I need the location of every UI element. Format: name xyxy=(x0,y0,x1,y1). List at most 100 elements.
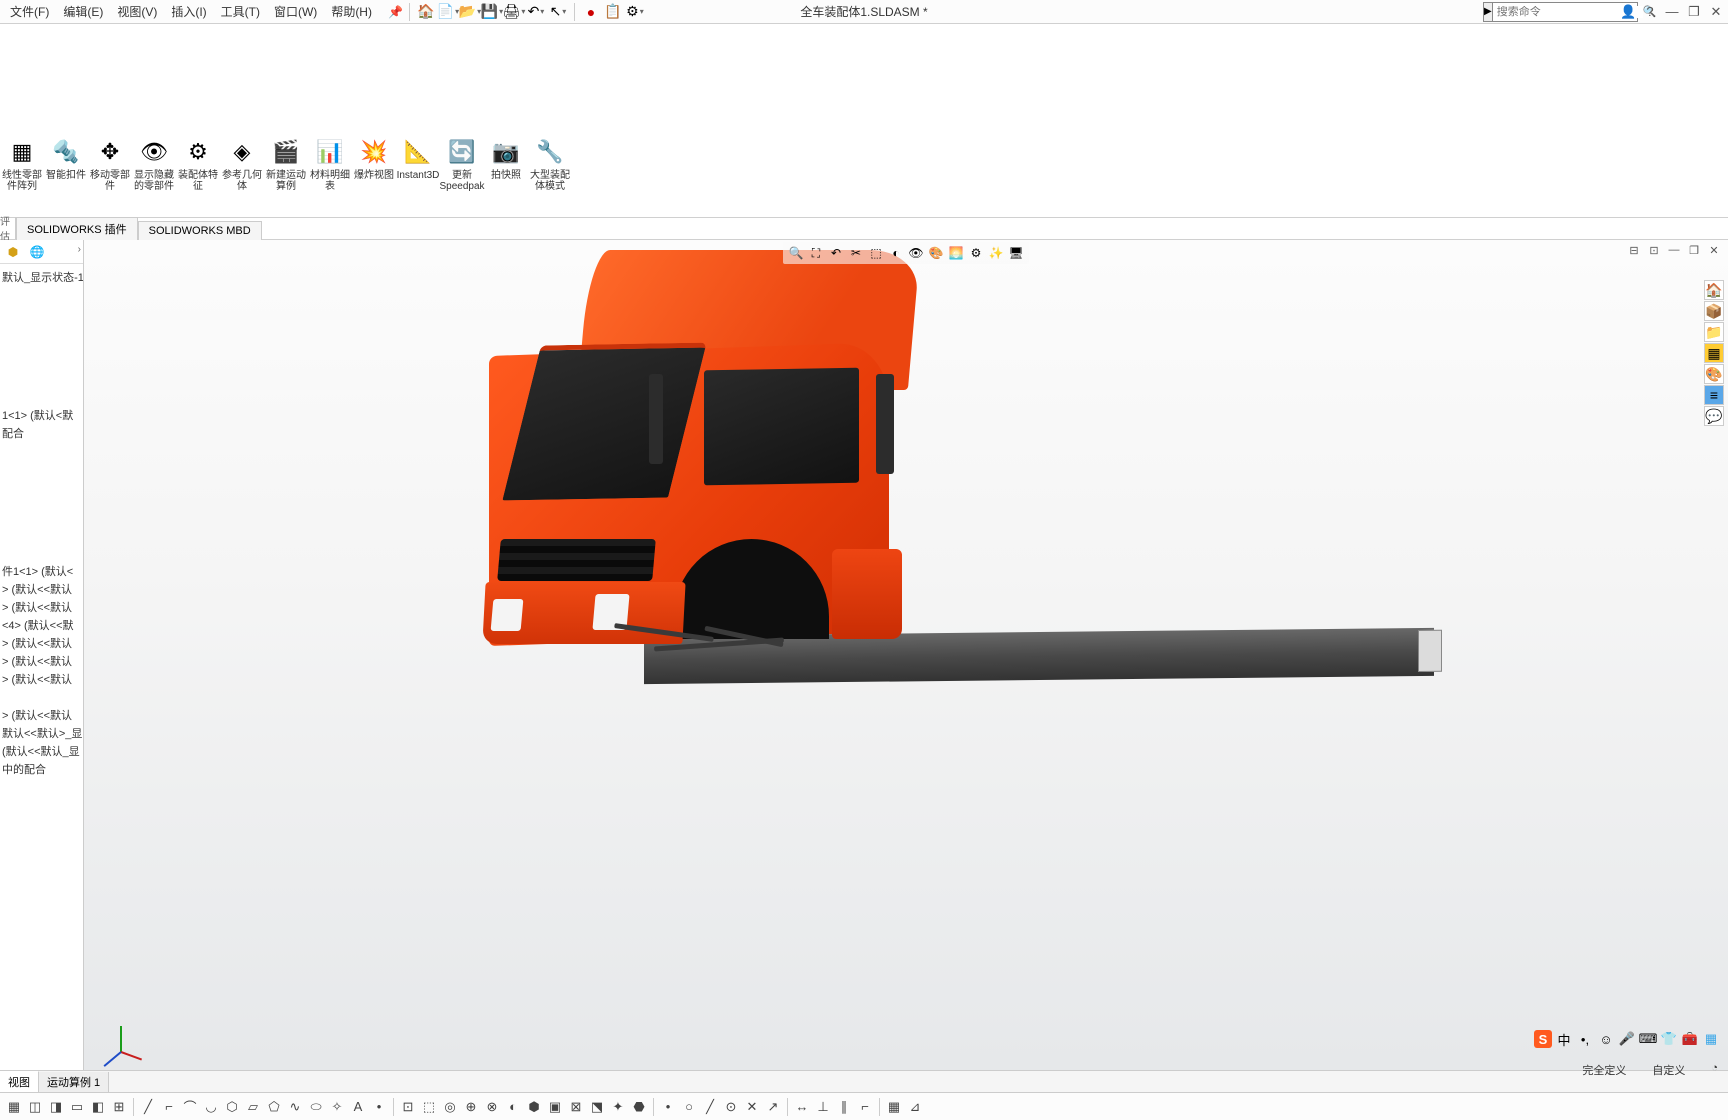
line-icon[interactable]: ╱ xyxy=(138,1097,158,1117)
tree-item[interactable]: 件1<1> (默认< xyxy=(2,562,81,580)
prev-view-icon[interactable]: ↶ xyxy=(827,244,845,262)
sk-icon[interactable]: ⊗ xyxy=(482,1097,502,1117)
move-component-button[interactable]: ✥移动零部件 xyxy=(88,134,132,194)
tree-item[interactable]: > (默认<<默认 xyxy=(2,634,81,652)
sk-icon[interactable]: ◧ xyxy=(88,1097,108,1117)
sk-icon[interactable]: ▣ xyxy=(545,1097,565,1117)
text-icon[interactable]: A xyxy=(348,1097,368,1117)
help-icon[interactable]: ? xyxy=(1642,4,1658,19)
scene-icon[interactable]: 🌅 xyxy=(947,244,965,262)
sk-icon[interactable]: ⊡ xyxy=(398,1097,418,1117)
vp-max-icon[interactable]: ❐ xyxy=(1686,244,1702,260)
sk-icon[interactable]: ⊿ xyxy=(905,1097,925,1117)
corner-icon[interactable]: ⌐ xyxy=(159,1097,179,1117)
save-icon[interactable]: 💾 xyxy=(482,2,502,22)
menu-view[interactable]: 视图(V) xyxy=(111,1,163,22)
sk-icon[interactable]: ⬚ xyxy=(419,1097,439,1117)
vp-expand-icon[interactable]: ⊡ xyxy=(1646,244,1662,260)
grid-icon[interactable]: ▦ xyxy=(884,1097,904,1117)
menu-file[interactable]: 文件(F) xyxy=(4,1,55,22)
rebuild-icon[interactable]: ● xyxy=(581,2,601,22)
appearances-icon[interactable]: 🎨 xyxy=(1704,364,1724,384)
dim-icon[interactable]: ↔ xyxy=(792,1097,812,1117)
bom-button[interactable]: 📊材料明细表 xyxy=(308,134,352,194)
tab-evaluate[interactable]: 评估 xyxy=(0,217,16,239)
sk-icon[interactable]: ⊥ xyxy=(813,1097,833,1117)
chevron-right-icon[interactable]: › xyxy=(78,244,81,255)
tree-item[interactable]: > (默认<<默认 xyxy=(2,652,81,670)
sk-icon[interactable]: ◎ xyxy=(440,1097,460,1117)
sk-icon[interactable]: • xyxy=(658,1097,678,1117)
pin-icon[interactable]: 📌 xyxy=(388,5,403,19)
motion-study-button[interactable]: 🎬新建运动算例 xyxy=(264,134,308,194)
linear-pattern-button[interactable]: ▦线性零部件阵列 xyxy=(0,134,44,194)
config-tab-icon[interactable]: 🌐 xyxy=(28,243,46,261)
smart-fastener-button[interactable]: 🔩智能扣件 xyxy=(44,134,88,183)
sk-icon[interactable]: ◫ xyxy=(25,1097,45,1117)
maximize-icon[interactable]: ❐ xyxy=(1686,4,1702,20)
vp-min-icon[interactable]: — xyxy=(1666,244,1682,260)
snapshot-button[interactable]: 📷拍快照 xyxy=(484,134,528,183)
search-box[interactable]: ▶ 🔍 xyxy=(1483,2,1638,22)
tree-item[interactable]: <4> (默认<<默 xyxy=(2,616,81,634)
sk-icon[interactable]: ✕ xyxy=(742,1097,762,1117)
tree-item[interactable]: 配合 xyxy=(2,424,81,442)
sk-icon[interactable]: ⬭ xyxy=(306,1097,326,1117)
sk-icon[interactable]: ◐ xyxy=(503,1097,523,1117)
instant3d-button[interactable]: 📐Instant3D xyxy=(396,134,440,183)
new-icon[interactable]: 📄 xyxy=(438,2,458,22)
sk-icon[interactable]: ⊕ xyxy=(461,1097,481,1117)
sk-icon[interactable]: ⬣ xyxy=(629,1097,649,1117)
resources-icon[interactable]: 📦 xyxy=(1704,301,1724,321)
section-icon[interactable]: ✂ xyxy=(847,244,865,262)
sk-icon[interactable]: ⊠ xyxy=(566,1097,586,1117)
tree-item[interactable]: 默认<<默认>_显 xyxy=(2,724,81,742)
large-assembly-button[interactable]: 🔧大型装配体模式 xyxy=(528,134,572,194)
point-icon[interactable]: • xyxy=(369,1097,389,1117)
tree-state[interactable]: 默认_显示状态-1 xyxy=(2,268,81,286)
settings-icon[interactable]: ⚙ xyxy=(625,2,645,22)
tree-item[interactable]: (默认<<默认_显 xyxy=(2,742,81,760)
print-icon[interactable]: 🖨 xyxy=(504,2,524,22)
vp-collapse-icon[interactable]: ⊟ xyxy=(1626,244,1642,260)
ime-keyboard-icon[interactable]: ⌨ xyxy=(1639,1030,1657,1048)
circle-icon[interactable]: ○ xyxy=(679,1097,699,1117)
forum-icon[interactable]: 💬 xyxy=(1704,406,1724,426)
screen-icon[interactable]: 🖥 xyxy=(1007,244,1025,262)
sk-icon[interactable]: ▱ xyxy=(243,1097,263,1117)
tree-item[interactable]: 中的配合 xyxy=(2,760,81,778)
properties-icon[interactable]: ≡ xyxy=(1704,385,1724,405)
sk-icon[interactable]: ⊙ xyxy=(721,1097,741,1117)
ime-icon[interactable]: 👕 xyxy=(1660,1030,1678,1048)
tree-item[interactable]: > (默认<<默认 xyxy=(2,706,81,724)
view-orient-icon[interactable]: ⬚ xyxy=(867,244,885,262)
zoom-area-icon[interactable]: ⛶ xyxy=(807,244,825,262)
model-view-tab[interactable]: 视图 xyxy=(0,1071,39,1092)
sk-icon[interactable]: ⌐ xyxy=(855,1097,875,1117)
close-icon[interactable]: ✕ xyxy=(1708,4,1724,20)
motion-study-tab[interactable]: 运动算例 1 xyxy=(39,1072,109,1092)
tree-body[interactable]: 默认_显示状态-1 1<1> (默认<默 配合 件1<1> (默认< > (默认… xyxy=(0,264,83,782)
assembly-tab-icon[interactable]: ⬢ xyxy=(4,243,22,261)
ime-menu-icon[interactable]: ▦ xyxy=(1702,1030,1720,1048)
sk-icon[interactable]: ↗ xyxy=(763,1097,783,1117)
minimize-icon[interactable]: — xyxy=(1664,4,1680,19)
menu-window[interactable]: 窗口(W) xyxy=(268,1,323,22)
arc-icon[interactable]: ⌒ xyxy=(180,1097,200,1117)
user-icon[interactable]: 👤 xyxy=(1620,4,1636,20)
sk-icon[interactable]: ◡ xyxy=(201,1097,221,1117)
options-icon[interactable]: 📋 xyxy=(603,2,623,22)
menu-help[interactable]: 帮助(H) xyxy=(325,1,378,22)
orientation-triad[interactable] xyxy=(102,1016,146,1060)
explode-view-button[interactable]: 💥爆炸视图 xyxy=(352,134,396,183)
view-settings-icon[interactable]: ⚙ xyxy=(967,244,985,262)
vp-close-icon[interactable]: ✕ xyxy=(1706,244,1722,260)
sk-icon[interactable]: ◨ xyxy=(46,1097,66,1117)
sk-icon[interactable]: ▭ xyxy=(67,1097,87,1117)
sk-icon[interactable]: ∥ xyxy=(834,1097,854,1117)
menu-edit[interactable]: 编辑(E) xyxy=(57,1,109,22)
tree-item[interactable]: 1<1> (默认<默 xyxy=(2,406,81,424)
tree-item[interactable]: > (默认<<默认 xyxy=(2,580,81,598)
status-icon[interactable]: ◔ xyxy=(1711,1062,1718,1078)
home-icon[interactable]: 🏠 xyxy=(416,2,436,22)
